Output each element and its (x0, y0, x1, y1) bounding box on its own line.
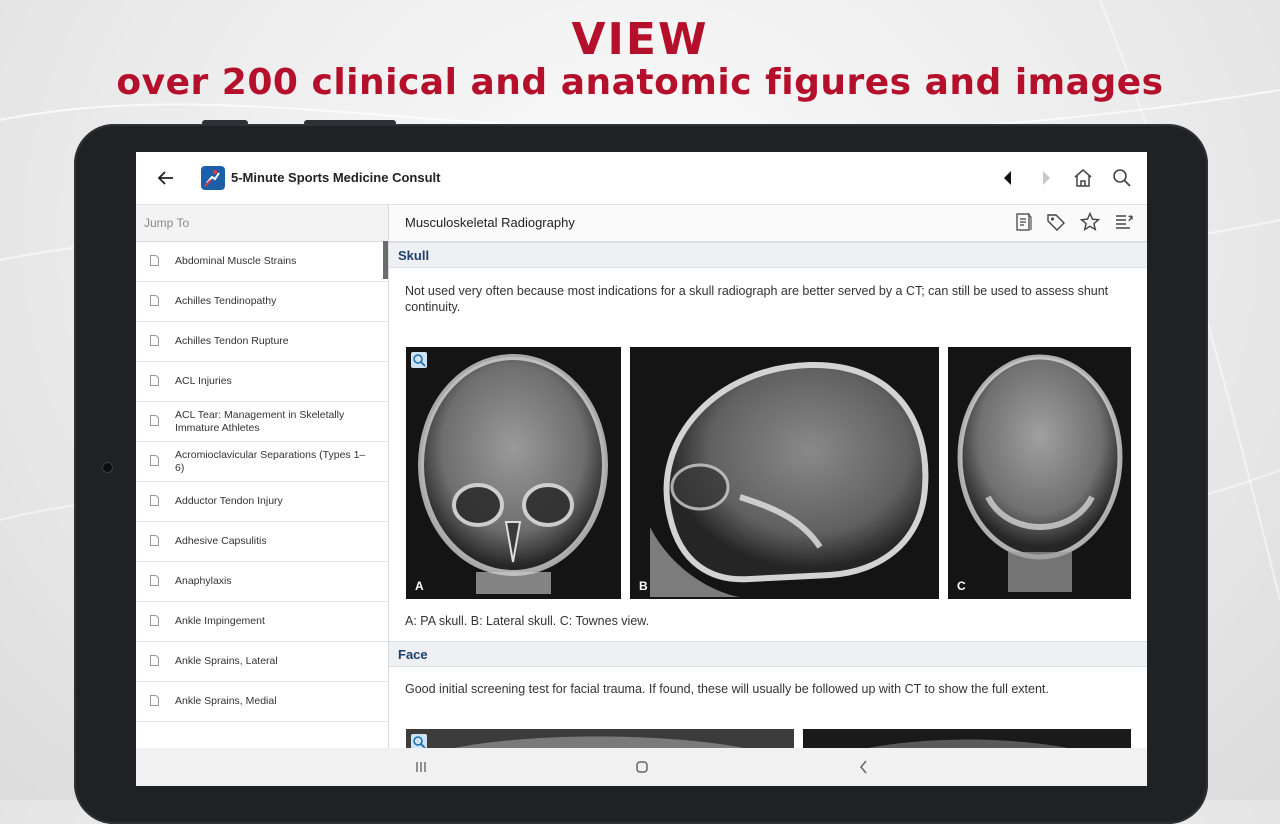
document-icon (150, 335, 159, 346)
list-item[interactable]: Adhesive Capsulitis (136, 522, 388, 562)
skull-lateral-image (650, 361, 929, 597)
system-back-icon[interactable] (854, 757, 874, 777)
list-item-label: Abdominal Muscle Strains (175, 255, 297, 268)
section-text: Good initial screening test for facial t… (405, 682, 1049, 696)
image-label: C (957, 579, 966, 593)
home-circle-icon[interactable] (632, 757, 652, 777)
xray-image[interactable] (803, 729, 1131, 748)
list-item[interactable]: ACL Injuries (136, 362, 388, 402)
skull-pa-image (418, 354, 608, 594)
app-screen: 5-Minute Sports Medicine Consult Jump To… (136, 152, 1147, 786)
list-item[interactable]: Adductor Tendon Injury (136, 482, 388, 522)
tag-icon[interactable] (1045, 211, 1067, 233)
next-icon[interactable] (1034, 166, 1058, 190)
zoom-icon[interactable] (411, 734, 427, 748)
app-logo-icon (201, 166, 225, 190)
list-item-label: Ankle Impingement (175, 615, 265, 628)
list-item[interactable]: Ankle Impingement (136, 602, 388, 642)
section-title: Skull (398, 248, 430, 263)
section-heading-skull: Skull (389, 242, 1147, 268)
document-icon (150, 495, 159, 506)
system-navigation-bar (136, 748, 1147, 786)
list-item[interactable]: Acromioclavicular Separations (Types 1–6… (136, 442, 388, 482)
banner-subheadline: over 200 clinical and anatomic figures a… (116, 62, 1164, 103)
list-item-label: Acromioclavicular Separations (Types 1–6… (175, 449, 366, 474)
list-item-label: Ankle Sprains, Medial (175, 695, 277, 708)
topic-list-pane: Jump To Abdominal Muscle Strains Achille… (136, 205, 389, 748)
section-title: Face (398, 647, 428, 662)
list-item[interactable]: ACL Tear: Management in Skeletally Immat… (136, 402, 388, 442)
list-item[interactable]: Ankle Sprains, Medial (136, 682, 388, 722)
list-item[interactable]: Anaphylaxis (136, 562, 388, 602)
list-item[interactable]: Ankle Sprains, Lateral (136, 642, 388, 682)
search-icon[interactable] (1110, 166, 1134, 190)
notes-icon[interactable] (1013, 211, 1035, 233)
document-icon (150, 535, 159, 546)
app-title: 5-Minute Sports Medicine Consult (231, 170, 441, 185)
xray-image[interactable] (406, 729, 794, 748)
list-item[interactable]: Achilles Tendinopathy (136, 282, 388, 322)
recent-apps-icon[interactable] (411, 757, 431, 777)
xray-image[interactable]: C (948, 347, 1131, 599)
section-heading-face: Face (389, 641, 1147, 667)
page-title: Musculoskeletal Radiography (405, 215, 575, 230)
previous-icon[interactable] (996, 166, 1020, 190)
document-icon (150, 615, 159, 626)
document-icon (150, 455, 159, 466)
app-bar: 5-Minute Sports Medicine Consult (136, 152, 1147, 205)
list-item-label: ACL Tear: Management in Skeletally Immat… (175, 409, 345, 434)
tablet-camera (103, 463, 112, 472)
star-icon[interactable] (1079, 211, 1101, 233)
document-icon (150, 695, 159, 706)
content-pane: Musculoskeletal Radiography Skull Not us… (389, 205, 1147, 748)
document-icon (150, 415, 159, 426)
home-icon[interactable] (1071, 166, 1095, 190)
face-xray-image (454, 736, 744, 748)
document-icon (150, 575, 159, 586)
list-item-label: Anaphylaxis (175, 575, 232, 588)
xray-image[interactable]: A (406, 347, 621, 599)
back-arrow-icon[interactable] (154, 166, 178, 190)
xray-image[interactable]: B (630, 347, 939, 599)
banner-headline: VIEW (571, 14, 709, 65)
content-header: Musculoskeletal Radiography (389, 205, 1147, 242)
list-item-label: Ankle Sprains, Lateral (175, 655, 278, 668)
image-caption: A: PA skull. B: Lateral skull. C: Townes… (405, 614, 650, 628)
outline-icon[interactable] (1113, 211, 1135, 233)
document-icon (150, 375, 159, 386)
list-item[interactable]: Abdominal Muscle Strains (136, 242, 388, 282)
face-xray-image (867, 739, 1069, 748)
document-icon (150, 255, 159, 266)
document-icon (150, 295, 159, 306)
document-icon (150, 655, 159, 666)
list-item-label: Achilles Tendon Rupture (175, 335, 289, 348)
skull-townes-image (957, 354, 1123, 592)
image-label: B (639, 579, 648, 593)
image-label: A (415, 579, 424, 593)
zoom-icon[interactable] (411, 352, 427, 368)
list-item-label: ACL Injuries (175, 375, 232, 388)
list-item-label: Adhesive Capsulitis (175, 535, 267, 548)
jump-to-input[interactable]: Jump To (136, 205, 388, 242)
section-text: Not used very often because most indicat… (405, 284, 1109, 314)
list-item-label: Adductor Tendon Injury (175, 495, 283, 508)
list-item-label: Achilles Tendinopathy (175, 295, 277, 308)
list-item[interactable]: Achilles Tendon Rupture (136, 322, 388, 362)
